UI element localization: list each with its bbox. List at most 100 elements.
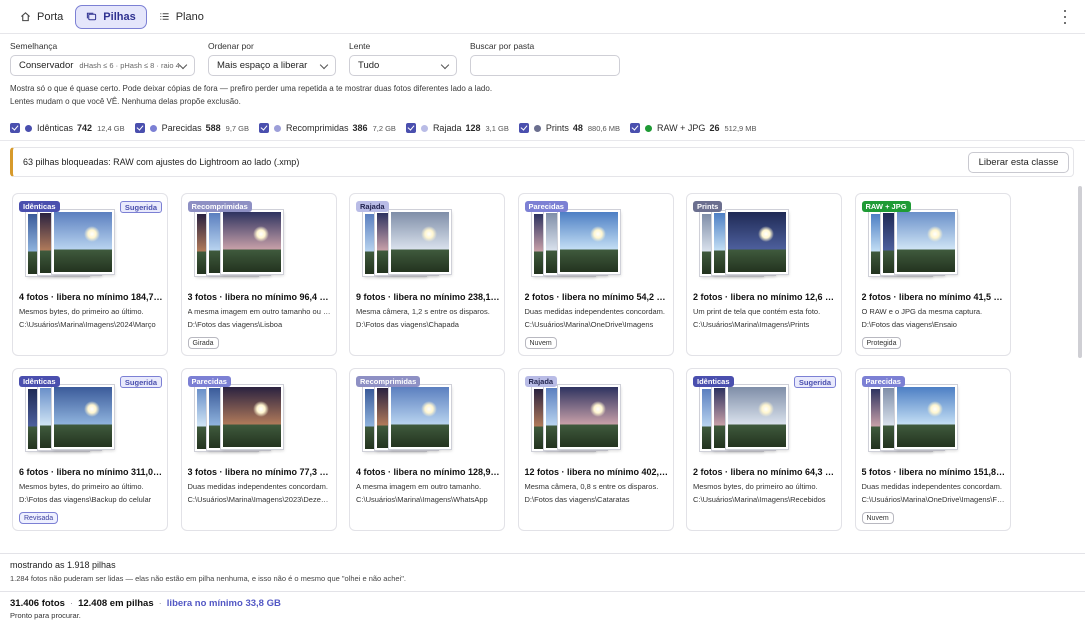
divider — [0, 140, 1085, 141]
photo-stack-thumbnail — [524, 379, 634, 451]
status-chip: Girada — [187, 337, 219, 349]
category-label: Rajada — [432, 123, 462, 133]
stack-type-badge: Idênticas — [693, 376, 734, 387]
category-count: 386 — [352, 123, 368, 133]
category-toggle[interactable]: RAW + JPG 26 512,9 MB — [630, 123, 757, 133]
stack-card[interactable]: Parecidas 5 fotos · libera no mínimo 151,… — [854, 368, 1011, 531]
checkbox-checked-icon[interactable] — [630, 123, 640, 133]
blocked-banner: 63 pilhas bloqueadas: RAW com ajustes do… — [10, 147, 1074, 177]
description-line: Mostra só o que é quase certo. Pode deix… — [10, 84, 493, 93]
stack-folder-path: C:\Usuários\Marina\Imagens\2023\Dezembro — [187, 495, 332, 504]
category-count: 26 — [709, 123, 720, 133]
category-label: Prints — [545, 123, 569, 133]
stack-title: 4 fotos · libera no mínimo 128,9 MB — [356, 467, 500, 477]
category-toggles: Idênticas 742 12,4 GB Parecidas 588 9,7 GB Rec… — [10, 121, 767, 135]
status-chip: Protegida — [861, 337, 902, 349]
category-count: 742 — [77, 123, 93, 133]
category-size: 7,2 GB — [372, 123, 396, 133]
sun-icon — [758, 401, 774, 417]
stack-reason: Duas medidas independentes concordam. — [524, 307, 666, 316]
stack-card[interactable]: Recomprimidas 4 fotos · libera no mínimo … — [349, 368, 505, 531]
status-text: Pronto para procurar. — [10, 611, 81, 620]
tab-porta[interactable]: Porta — [10, 5, 73, 29]
photo-stack-thumbnail — [524, 204, 634, 276]
category-toggle[interactable]: Idênticas 742 12,4 GB — [10, 123, 125, 133]
tab-label: Plano — [175, 10, 204, 23]
checkbox-checked-icon[interactable] — [259, 123, 270, 133]
checkbox-checked-icon[interactable] — [134, 123, 145, 133]
stack-folder-path: D:\Fotos das viagens\Ensaio — [861, 320, 957, 329]
release-class-button[interactable]: Liberar esta classe — [968, 152, 1069, 173]
checkbox-checked-icon[interactable] — [10, 123, 20, 133]
stack-reason: A mesma imagem em outro tamanho. — [356, 482, 482, 491]
stack-card[interactable]: RAW + JPG 2 fotos · libera no mínimo 41,5… — [854, 193, 1011, 356]
stack-type-badge: Parecidas — [187, 376, 231, 387]
stack-card[interactable]: Rajada 12 fotos · libera no mínimo 402,7 … — [517, 368, 674, 531]
sun-icon — [758, 226, 774, 242]
tab-pilhas[interactable]: Pilhas — [75, 4, 147, 29]
category-size: 9,7 GB — [225, 123, 250, 133]
stack-type-badge: Rajada — [524, 376, 558, 387]
photo-stack-thumbnail — [355, 204, 465, 276]
order-value: Mais espaço a liberar — [217, 60, 308, 71]
stack-icon — [87, 12, 97, 21]
category-color-dot — [274, 124, 282, 132]
sun-icon — [589, 226, 606, 242]
stack-title: 9 fotos · libera no mínimo 238,1 MB — [356, 292, 500, 302]
category-label: Idênticas — [37, 123, 74, 133]
category-label: RAW + JPG — [657, 123, 706, 133]
stack-type-badge: Parecidas — [861, 376, 905, 387]
checkbox-checked-icon[interactable] — [518, 123, 529, 133]
lens-value: Tudo — [358, 60, 380, 71]
stack-title: 6 fotos · libera no mínimo 311,0 MB — [19, 467, 163, 477]
category-toggle[interactable]: Recomprimidas 386 7,2 GB — [259, 123, 396, 133]
similarity-value: Conservador — [19, 60, 74, 71]
category-size: 880,6 MB — [587, 123, 620, 133]
category-toggle[interactable]: Parecidas 588 9,7 GB — [134, 123, 250, 133]
stack-folder-path: D:\Fotos das viagens\Backup do celular — [19, 495, 152, 504]
folder-search-input[interactable] — [470, 55, 620, 76]
suggested-badge: Sugerida — [119, 201, 162, 213]
lens-select[interactable]: Tudo — [349, 55, 457, 76]
photo-thumbnail — [894, 210, 957, 274]
category-toggle[interactable]: Prints 48 880,6 MB — [518, 123, 620, 133]
similarity-select[interactable]: Conservador dHash ≤ 6 · pHash ≤ 8 · raio… — [10, 55, 195, 76]
order-select[interactable]: Mais espaço a liberar — [208, 55, 336, 76]
stack-card[interactable]: Idênticas Sugerida 6 fotos · libera no mín… — [12, 368, 168, 531]
stack-folder-path: C:\Usuários\Marina\Imagens\Recebidos — [693, 495, 826, 504]
stack-card[interactable]: Idênticas Sugerida 4 fotos · libera no mín… — [12, 193, 168, 356]
tab-plano[interactable]: Plano — [149, 5, 214, 29]
similarity-hint: dHash ≤ 6 · pHash ≤ 8 · raio 4 — [79, 61, 180, 70]
stack-card[interactable]: Prints 2 fotos · libera no mínimo 12,6 MB… — [686, 193, 842, 356]
stack-reason: Mesmos bytes, do primeiro ao último. — [19, 482, 144, 491]
stack-card[interactable]: Parecidas 3 fotos · libera no mínimo 77,3… — [180, 368, 337, 531]
photo-stack-thumbnail — [18, 379, 128, 451]
photo-thumbnail — [52, 210, 114, 274]
photo-thumbnail — [389, 385, 451, 449]
stack-card[interactable]: Idênticas Sugerida 2 fotos · libera no mín… — [686, 368, 842, 531]
category-toggle[interactable]: Rajada 128 3,1 GB — [405, 123, 509, 133]
photo-thumbnail — [726, 385, 788, 449]
scrollbar[interactable] — [1078, 186, 1082, 358]
unreadable-note: 1.284 fotos não puderam ser lidas — elas… — [10, 574, 406, 583]
chevron-down-icon — [440, 60, 450, 70]
checkbox-checked-icon[interactable] — [405, 123, 416, 133]
order-label: Ordenar por — [208, 41, 254, 51]
stack-card[interactable]: Recomprimidas 3 fotos · libera no mínimo … — [180, 193, 337, 356]
stack-title: 2 fotos · libera no mínimo 54,2 MB — [524, 292, 669, 302]
stack-card[interactable]: Rajada 9 fotos · libera no mínimo 238,1 M… — [349, 193, 505, 356]
tab-label: Pilhas — [103, 10, 136, 23]
kebab-menu-icon[interactable] — [1063, 10, 1067, 24]
category-color-dot — [533, 124, 541, 132]
stack-type-badge: Recomprimidas — [187, 201, 252, 212]
sun-icon — [926, 226, 943, 242]
stack-card[interactable]: Parecidas 2 fotos · libera no mínimo 54,2… — [517, 193, 674, 356]
category-count: 128 — [465, 123, 481, 133]
total-photos: 31.406 fotos — [10, 598, 65, 609]
photo-stack-thumbnail — [861, 204, 971, 276]
list-icon — [160, 13, 169, 20]
stack-reason: Duas medidas independentes concordam. — [187, 482, 329, 491]
sun-icon — [421, 226, 437, 242]
chevron-down-icon — [319, 60, 329, 70]
status-chip: Nuvem — [524, 337, 557, 349]
